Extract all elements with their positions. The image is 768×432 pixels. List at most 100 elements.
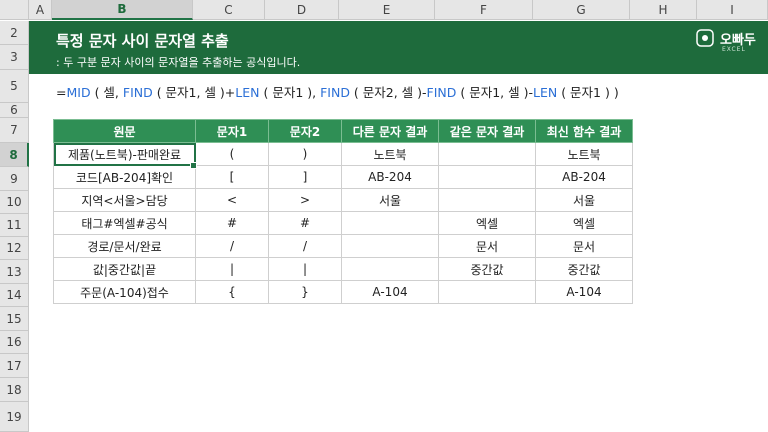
row-header-14[interactable]: 14 xyxy=(0,284,29,307)
table-cell[interactable]: | xyxy=(268,257,342,281)
table-cell[interactable]: < xyxy=(195,188,269,212)
row-header-15[interactable]: 15 xyxy=(0,307,29,331)
formula-function: MID xyxy=(66,85,91,100)
table-cell[interactable] xyxy=(438,280,536,304)
table-cell[interactable] xyxy=(341,234,439,258)
table-header-cell[interactable]: 같은 문자 결과 xyxy=(438,119,536,143)
table-cell[interactable]: 지역<서울>담당 xyxy=(53,188,196,212)
row-header-8[interactable]: 8 xyxy=(0,143,29,167)
table-row: 경로/문서/완료 / / 문서 문서 xyxy=(53,234,633,258)
formula-function: FIND xyxy=(122,85,153,100)
table-cell[interactable]: A-104 xyxy=(341,280,439,304)
row-header-16[interactable]: 16 xyxy=(0,331,29,354)
column-header-h[interactable]: H xyxy=(630,0,697,20)
table-cell[interactable]: [ xyxy=(195,165,269,189)
table-cell[interactable]: 주문(A-104)접수 xyxy=(53,280,196,304)
column-header-g[interactable]: G xyxy=(533,0,630,20)
table-row: 제품(노트북)-판매완료() 노트북 노트북 xyxy=(53,142,633,166)
table-cell[interactable]: } xyxy=(268,280,342,304)
table-cell[interactable]: { xyxy=(195,280,269,304)
formula-segment: ( 문자2, 셀 )- xyxy=(349,85,427,100)
logo-subtext: EXCEL xyxy=(722,46,746,53)
formula-segment: ( 셀, xyxy=(90,85,123,100)
table-cell[interactable]: AB-204 xyxy=(341,165,439,189)
column-header-i[interactable]: I xyxy=(697,0,768,20)
table-cell[interactable]: 코드[AB-204]확인 xyxy=(53,165,196,189)
banner-title: 특정 문자 사이 문자열 추출 xyxy=(56,32,229,50)
table-header-cell[interactable]: 최신 함수 결과 xyxy=(535,119,633,143)
fill-handle[interactable] xyxy=(190,162,197,169)
table-cell[interactable] xyxy=(341,211,439,235)
column-header-f[interactable]: F xyxy=(435,0,533,20)
table-cell[interactable]: 노트북 xyxy=(535,142,633,166)
formula-function: LEN xyxy=(533,85,558,100)
row-header-11[interactable]: 11 xyxy=(0,214,29,237)
table-row: 코드[AB-204]확인[] AB-204 AB-204 xyxy=(53,165,633,189)
select-all-corner[interactable] xyxy=(0,0,29,20)
table-cell[interactable] xyxy=(438,142,536,166)
table-row: 지역<서울>담당 < > 서울 서울 xyxy=(53,188,633,212)
row-header-9[interactable]: 9 xyxy=(0,167,29,191)
row-header-17[interactable]: 17 xyxy=(0,354,29,378)
column-header-d[interactable]: D xyxy=(265,0,339,20)
table-cell[interactable]: > xyxy=(268,188,342,212)
table-cell[interactable]: 서울 xyxy=(341,188,439,212)
table-row: 값|중간값|끝 | | 중간값 중간값 xyxy=(53,257,633,281)
table-cell[interactable]: 서울 xyxy=(535,188,633,212)
table-cell[interactable]: 문서 xyxy=(438,234,536,258)
formula-function: FIND xyxy=(320,85,350,100)
table-cell[interactable]: | xyxy=(195,257,269,281)
data-table: 원문 문자1 문자2 다른 문자 결과 같은 문자 결과 최신 함수 결과 제품(노트북)… xyxy=(53,119,633,304)
row-header-6[interactable]: 6 xyxy=(0,103,29,118)
table-cell[interactable]: 문서 xyxy=(535,234,633,258)
row-header-2[interactable]: 2 xyxy=(0,21,29,45)
row-header-10[interactable]: 10 xyxy=(0,191,29,214)
table-cell[interactable]: 엑셀 xyxy=(438,211,536,235)
formula-function: FIND xyxy=(426,85,457,100)
table-cell[interactable]: AB-204 xyxy=(535,165,633,189)
table-header-cell[interactable]: 다른 문자 결과 xyxy=(341,119,439,143)
table-cell[interactable]: ] xyxy=(268,165,342,189)
table-cell[interactable]: 엑셀 xyxy=(535,211,633,235)
table-row: 태그#엑셀#공식 # # 엑셀 엑셀 xyxy=(53,211,633,235)
row-header-18[interactable]: 18 xyxy=(0,378,29,402)
table-cell[interactable]: 값|중간값|끝 xyxy=(53,257,196,281)
table-header-cell[interactable]: 원문 xyxy=(53,119,196,143)
formula-function: LEN xyxy=(235,85,260,100)
column-header-e[interactable]: E xyxy=(339,0,435,20)
formula-text: =MID ( 셀, FIND ( 문자1, 셀 )+LEN ( 문자1 ), F… xyxy=(56,82,619,101)
formula-segment: ( 문자1 ) ) xyxy=(557,85,619,100)
table-cell[interactable]: 중간값 xyxy=(438,257,536,281)
table-cell[interactable]: 태그#엑셀#공식 xyxy=(53,211,196,235)
table-cell[interactable]: 중간값 xyxy=(535,257,633,281)
table-cell[interactable]: A-104 xyxy=(535,280,633,304)
table-cell[interactable] xyxy=(341,257,439,281)
table-cell[interactable]: / xyxy=(195,234,269,258)
table-cell[interactable]: ( xyxy=(195,142,269,166)
table-cell[interactable]: ) xyxy=(268,142,342,166)
table-cell[interactable]: 노트북 xyxy=(341,142,439,166)
formula-segment: ( 문자1, 셀 )- xyxy=(456,85,533,100)
row-header-5[interactable]: 5 xyxy=(0,70,29,103)
table-header-cell[interactable]: 문자1 xyxy=(195,119,269,143)
row-header-3[interactable]: 3 xyxy=(0,45,29,70)
column-header-b[interactable]: B xyxy=(52,0,193,20)
banner-subtitle: : 두 구분 문자 사이의 문자열을 추출하는 공식입니다. xyxy=(56,56,301,69)
row-header-19[interactable]: 19 xyxy=(0,402,29,432)
table-cell[interactable] xyxy=(438,188,536,212)
column-header-c[interactable]: C xyxy=(193,0,265,20)
column-header-a[interactable]: A xyxy=(29,0,52,20)
formula-segment: ( 문자1, 셀 )+ xyxy=(152,85,236,100)
table-header-cell[interactable]: 문자2 xyxy=(268,119,342,143)
active-cell[interactable]: 제품(노트북)-판매완료 xyxy=(53,142,196,166)
table-header-row: 원문 문자1 문자2 다른 문자 결과 같은 문자 결과 최신 함수 결과 xyxy=(53,119,633,143)
table-cell[interactable]: 경로/문서/완료 xyxy=(53,234,196,258)
row-header-7[interactable]: 7 xyxy=(0,118,29,143)
row-header-13[interactable]: 13 xyxy=(0,260,29,284)
table-cell[interactable] xyxy=(438,165,536,189)
table-cell[interactable]: # xyxy=(195,211,269,235)
formula-segment: ( 문자1 ), xyxy=(259,85,321,100)
table-cell[interactable]: # xyxy=(268,211,342,235)
row-header-12[interactable]: 12 xyxy=(0,237,29,260)
table-cell[interactable]: / xyxy=(268,234,342,258)
